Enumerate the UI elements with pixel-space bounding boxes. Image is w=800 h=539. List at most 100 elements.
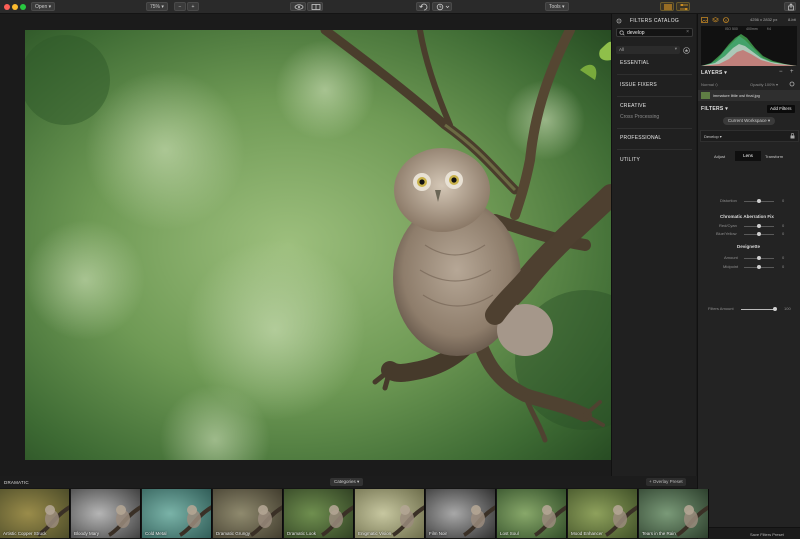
preset-thumbnail[interactable]: Dramatic Look xyxy=(284,489,354,538)
tab-transform[interactable]: Transform xyxy=(765,154,783,159)
tab-lens[interactable]: Lens xyxy=(735,151,761,161)
catalog-search-input[interactable]: develop xyxy=(627,30,645,36)
histogram-aperture: f/4 xyxy=(767,27,771,31)
midpoint-value: 0 xyxy=(782,264,785,269)
filters-amount-slider[interactable] xyxy=(741,309,775,310)
blue-yellow-label: Blue/Yellow xyxy=(716,231,737,236)
catalog-category-professional[interactable]: PROFESSIONAL xyxy=(620,135,661,141)
add-filters-button[interactable]: Add Filters xyxy=(767,105,795,113)
histogram-focal-length: 400mm xyxy=(746,27,758,31)
red-cyan-slider-knob[interactable] xyxy=(757,224,761,228)
favorites-star-icon[interactable] xyxy=(683,47,690,54)
preset-label: Dramatic Look xyxy=(287,531,317,536)
presets-strip: Artistic Copper Struck Bloody Mary Cold Me… xyxy=(0,488,709,539)
catalog-search-field[interactable]: develop × xyxy=(616,28,693,37)
tools-menu[interactable]: Tools ▾ xyxy=(545,2,569,11)
amount-slider-knob[interactable] xyxy=(757,256,761,260)
chevron-down-icon: ▾ xyxy=(674,46,677,51)
blue-yellow-value: 0 xyxy=(782,231,785,236)
right-panel: 4256 x 2832 px 8-bit ISO 500 400mm f/4 L… xyxy=(697,14,800,539)
catalog-category-utility[interactable]: UTILITY xyxy=(620,157,640,163)
preview-eye-button[interactable] xyxy=(290,2,306,11)
undo-icon xyxy=(419,3,428,11)
adjust-panel-toggle[interactable] xyxy=(676,2,690,11)
opacity-select[interactable]: Opacity 100% ▾ xyxy=(750,82,778,87)
red-cyan-label: Red/Cyan xyxy=(719,223,737,228)
info-icon[interactable] xyxy=(723,17,729,23)
save-filters-preset-button[interactable]: Save Filters Preset xyxy=(750,532,784,537)
sliders-icon xyxy=(680,4,688,10)
tab-adjust[interactable]: Adjust xyxy=(714,154,725,159)
presets-header: DRAMATIC Categories ▾ + Overlay Preset xyxy=(0,476,697,488)
top-toolbar: Open ▾ 75% ▾ − + Tools ▾ xyxy=(0,0,800,14)
red-cyan-value: 0 xyxy=(782,223,785,228)
divider xyxy=(617,96,692,97)
blend-mode-select[interactable]: Normal ◇ xyxy=(701,82,718,87)
overlay-preset-button[interactable]: + Overlay Preset xyxy=(646,478,686,486)
preset-thumbnail[interactable]: Lost Soul xyxy=(497,489,567,538)
histogram-iso: ISO 500 xyxy=(725,27,738,31)
catalog-filter-cross-processing[interactable]: Cross Processing xyxy=(620,114,659,120)
preset-category-title: DRAMATIC xyxy=(4,480,29,485)
compare-button[interactable] xyxy=(307,2,323,11)
distortion-value: 0 xyxy=(782,198,785,203)
remove-layer-button[interactable]: − xyxy=(779,69,783,75)
clear-search-icon[interactable]: × xyxy=(686,29,689,35)
preset-thumbnail[interactable]: Mood Enhancer xyxy=(568,489,638,538)
filters-title[interactable]: FILTERS ▾ xyxy=(701,106,728,112)
layers-icon[interactable] xyxy=(712,17,719,23)
preset-thumbnail[interactable]: Tears in the Rain xyxy=(639,489,709,538)
filter-header-develop[interactable]: Develop ▾ xyxy=(700,130,799,142)
divider xyxy=(617,74,692,75)
filters-amount-label: Filters Amount xyxy=(708,306,734,311)
catalog-category-issue-fixers[interactable]: ISSUE FIXERS xyxy=(620,82,657,88)
preset-label: Enigmatic Vision xyxy=(358,531,392,536)
photo-canvas[interactable] xyxy=(25,30,611,460)
close-window-button[interactable] xyxy=(4,4,10,10)
midpoint-slider-knob[interactable] xyxy=(757,265,761,269)
history-button[interactable] xyxy=(432,2,452,11)
amount-value: 0 xyxy=(782,255,785,260)
maximize-window-button[interactable] xyxy=(20,4,26,10)
add-layer-button[interactable]: + xyxy=(790,69,794,75)
preset-thumbnail[interactable]: Bloody Mary xyxy=(71,489,141,538)
preset-label: Lost Soul xyxy=(500,531,519,536)
preset-label: Film Noir xyxy=(429,531,447,536)
preset-label: Cold Metal xyxy=(145,531,167,536)
catalog-title: FILTERS CATALOG xyxy=(629,18,680,24)
layer-row[interactable]: immature little owl final.jpg xyxy=(698,90,800,101)
zoom-select[interactable]: 75% ▾ xyxy=(146,2,168,11)
preset-thumbnail[interactable]: Enigmatic Vision xyxy=(355,489,425,538)
catalog-filter-select[interactable]: All ▾ xyxy=(616,46,680,54)
filters-catalog-panel: FILTERS CATALOG develop × All ▾ ESSENTIA… xyxy=(611,14,696,476)
image-icon[interactable] xyxy=(701,17,708,23)
workspace-select[interactable]: Current Workspace ▾ xyxy=(723,117,775,125)
distortion-slider-knob[interactable] xyxy=(757,199,761,203)
share-button[interactable] xyxy=(784,2,796,11)
undo-button[interactable] xyxy=(416,2,430,11)
filters-catalog-toggle[interactable] xyxy=(660,2,674,11)
preset-thumbnail[interactable]: Cold Metal xyxy=(142,489,212,538)
filters-amount-slider-knob[interactable] xyxy=(773,307,777,311)
layers-title[interactable]: LAYERS ▾ xyxy=(701,70,727,76)
zoom-in-button[interactable]: + xyxy=(187,2,199,11)
preset-thumbnail[interactable]: Dramatic Grungy xyxy=(213,489,283,538)
categories-button[interactable]: Categories ▾ xyxy=(330,478,364,486)
gear-icon[interactable] xyxy=(789,81,795,87)
midpoint-label: Midpoint xyxy=(723,264,739,269)
minimize-window-button[interactable] xyxy=(12,4,18,10)
zoom-out-button[interactable]: − xyxy=(174,2,186,11)
preset-thumbnail[interactable]: Film Noir xyxy=(426,489,496,538)
preset-thumbnail[interactable]: Artistic Copper Struck xyxy=(0,489,70,538)
catalog-category-creative[interactable]: CREATIVE xyxy=(620,103,646,109)
image-dimensions: 4256 x 2832 px xyxy=(750,17,778,22)
clock-icon xyxy=(436,3,450,11)
blue-yellow-slider-knob[interactable] xyxy=(757,232,761,236)
divider xyxy=(617,128,692,129)
open-button[interactable]: Open ▾ xyxy=(31,2,56,11)
preset-label: Artistic Copper Struck xyxy=(3,531,47,536)
lock-icon[interactable] xyxy=(790,133,795,139)
divider xyxy=(617,149,692,150)
catalog-category-essential[interactable]: ESSENTIAL xyxy=(620,60,649,66)
eye-icon xyxy=(294,4,304,10)
